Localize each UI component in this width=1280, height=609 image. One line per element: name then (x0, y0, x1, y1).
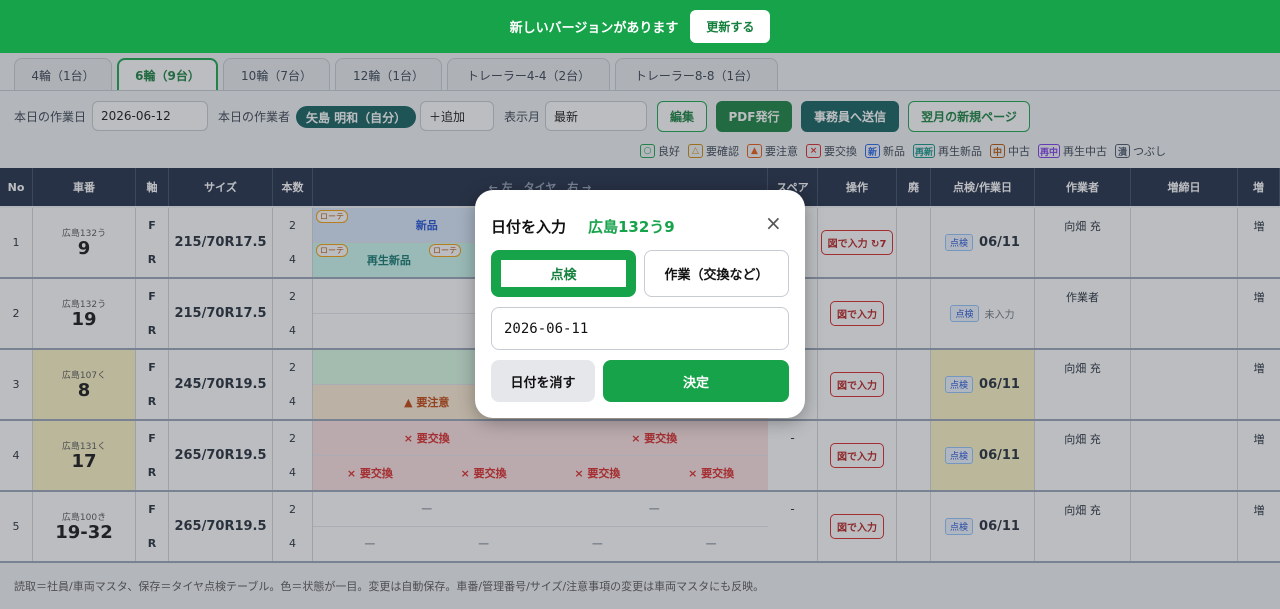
date-field[interactable]: 2026-06-11 (491, 307, 789, 350)
date-input-dialog: 日付を入力 広島132う9 × 点検 作業（交換など） 2026-06-11 日… (475, 190, 805, 418)
close-icon[interactable]: × (765, 213, 782, 233)
dialog-car-number: 広島132う9 (588, 218, 675, 236)
dialog-title: 日付を入力 (491, 218, 567, 236)
banner-message: 新しいバージョンがあります (509, 21, 679, 36)
clear-date-button[interactable]: 日付を消す (491, 360, 595, 402)
work-option-button[interactable]: 作業（交換など） (644, 250, 789, 297)
update-banner: 新しいバージョンがあります 更新する (0, 0, 1280, 53)
inspect-option-button[interactable]: 点検 (491, 250, 636, 297)
confirm-button[interactable]: 決定 (603, 360, 789, 402)
inspect-option-label: 点検 (501, 260, 626, 287)
update-button[interactable]: 更新する (690, 10, 771, 43)
